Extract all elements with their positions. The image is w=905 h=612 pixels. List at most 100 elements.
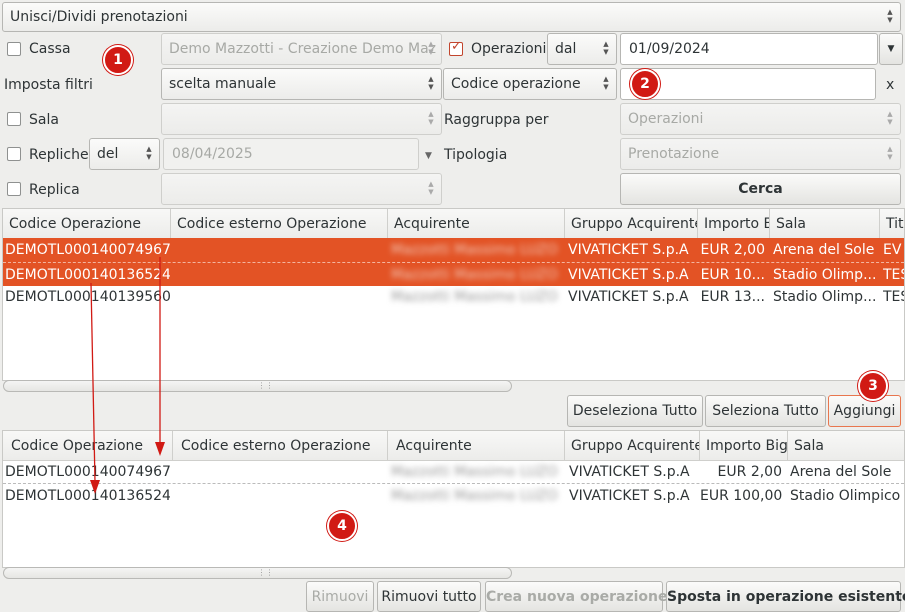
cell-code: DEMOTL000140139560 [5, 289, 170, 305]
column-header[interactable]: Codice esterno Operazione [173, 431, 388, 461]
column-header[interactable]: Codice Operazione [3, 431, 173, 461]
remove-all-button[interactable]: Rimuovi tutto [377, 581, 481, 612]
chevron-down-icon[interactable]: ▼ [425, 146, 432, 166]
tipologia-label: Tipologia [444, 147, 508, 163]
operazioni-date-field[interactable]: 01/09/2024 [620, 33, 878, 65]
cell-code: DEMOTL000140074967 [5, 464, 170, 480]
column-header[interactable]: Codice esterno Operazione [171, 209, 388, 239]
annotation-badge: 3 [858, 371, 888, 401]
replica-select[interactable]: ▲ ▼ [161, 173, 442, 205]
table-row[interactable]: DEMOTL000140074967 Mazzotti Massimo LUZO… [3, 238, 904, 262]
operazioni-checkbox[interactable] [449, 39, 463, 56]
cell-tit: TES [883, 289, 904, 305]
annotation-badge: 4 [327, 511, 357, 541]
imposta-select[interactable]: scelta manuale ▲ ▼ [161, 68, 442, 100]
cell-group: VIVATICKET S.p.A [568, 289, 689, 305]
cell-sala: Stadio Olimpico [790, 488, 901, 504]
cell-tit: TES [883, 267, 904, 283]
tipologia-select-value: Prenotazione [628, 146, 720, 162]
cell-amount: EUR 2,00 [717, 464, 782, 480]
repliche-checkbox[interactable] [7, 147, 21, 161]
sala-checkbox[interactable] [7, 112, 21, 126]
deselect-all-button[interactable]: Deseleziona Tutto [567, 395, 703, 427]
selected-operations-table[interactable]: Codice Operazione Codice esterno Operazi… [2, 430, 905, 568]
column-header[interactable]: Sala [788, 431, 904, 461]
repliche-mode-value: del [97, 146, 119, 162]
column-header[interactable]: Codice Operazione [3, 209, 171, 239]
column-header[interactable]: Gruppo Acquirente [565, 209, 698, 239]
cassa-checkbox[interactable] [7, 42, 21, 56]
table-row[interactable]: DEMOTL000140074967 Mazzotti Massimo LUZO… [3, 460, 904, 484]
cell-buyer: Mazzotti Massimo LUZO [391, 488, 558, 504]
cell-group: VIVATICKET S.p.A [568, 242, 689, 258]
raggruppa-label: Raggruppa per [444, 112, 549, 128]
updown-icon: ▲ ▼ [428, 110, 434, 126]
select-all-button[interactable]: Seleziona Tutto [705, 395, 826, 427]
top-table-scrollbar[interactable]: ⋮⋮ [3, 380, 512, 392]
cell-code: DEMOTL000140074967 [5, 242, 170, 258]
date-dropdown-button[interactable]: ▼ [879, 33, 903, 65]
updown-icon: ▲ ▼ [428, 40, 434, 56]
repliche-label: Repliche [29, 147, 89, 163]
grip-icon: ⋮⋮ [257, 381, 274, 390]
updown-icon: ▲ ▼ [603, 40, 609, 56]
column-header[interactable]: Acquirente [388, 431, 565, 461]
imposta-select-value: scelta manuale [169, 76, 277, 92]
column-header[interactable]: Importo B [698, 209, 770, 239]
raggruppa-select[interactable]: Operazioni ▲ ▼ [620, 103, 901, 135]
table-row[interactable]: DEMOTL000140136524 Mazzotti Massimo LUZO… [3, 262, 904, 286]
operations-table[interactable]: Codice Operazione Codice esterno Operazi… [2, 208, 905, 381]
column-header[interactable]: Importo Bigl [700, 431, 788, 461]
updown-icon: ▲ ▼ [146, 145, 152, 161]
grip-icon: ⋮⋮ [257, 568, 274, 577]
raggruppa-select-value: Operazioni [628, 111, 704, 127]
table-header: Codice Operazione Codice esterno Operazi… [3, 209, 904, 239]
cell-code: DEMOTL000140136524 [5, 488, 170, 504]
repliche-mode-select[interactable]: del ▲ ▼ [89, 138, 160, 170]
cell-sala: Arena del Sole [790, 464, 892, 480]
cassa-select-value: Demo Mazzotti - Creazione Demo Maz [169, 41, 436, 57]
cell-sala: Stadio Olimp... [773, 267, 877, 283]
cell-buyer: Mazzotti Massimo LUZO [391, 289, 558, 305]
move-to-existing-button[interactable]: Sposta in operazione esistente [666, 581, 905, 612]
cell-buyer: Mazzotti Massimo LUZO [391, 464, 558, 480]
cell-buyer: Mazzotti Massimo LUZO [391, 242, 558, 258]
cassa-label: Cassa [29, 41, 71, 57]
sala-select[interactable]: ▲ ▼ [161, 103, 442, 135]
cell-group: VIVATICKET S.p.A [569, 488, 690, 504]
codice-field-select[interactable]: Codice operazione ▲ ▼ [443, 68, 617, 100]
column-header[interactable]: Tit [880, 209, 904, 239]
column-header[interactable]: Acquirente [388, 209, 565, 239]
operazioni-label: Operazioni [471, 41, 547, 57]
remove-button[interactable]: Rimuovi [306, 581, 374, 612]
cell-group: VIVATICKET S.p.A [568, 267, 689, 283]
chevron-down-icon: ▼ [887, 44, 895, 54]
tipologia-select[interactable]: Prenotazione ▲ ▼ [620, 138, 901, 170]
replica-checkbox[interactable] [7, 182, 21, 196]
updown-icon: ▲ ▼ [887, 110, 893, 126]
cerca-button[interactable]: Cerca [620, 173, 901, 205]
updown-icon: ▲ ▼ [887, 145, 893, 161]
mode-select[interactable]: Unisci/Dividi prenotazioni ▲ ▼ [2, 2, 901, 32]
column-header[interactable]: Sala [770, 209, 880, 239]
create-operation-button[interactable]: Crea nuova operazione [485, 581, 668, 612]
cassa-select[interactable]: Demo Mazzotti - Creazione Demo Maz ▲ ▼ [161, 33, 442, 65]
repliche-date-field[interactable]: 08/04/2025 [163, 138, 419, 170]
annotation-badge: 1 [103, 45, 133, 75]
updown-icon: ▲ ▼ [428, 75, 434, 91]
column-header[interactable]: Gruppo Acquirente [565, 431, 700, 461]
cell-amount: EUR 13... [700, 289, 765, 305]
table-row[interactable]: DEMOTL000140139560 Mazzotti Massimo LUZO… [3, 285, 904, 309]
updown-icon: ▲ ▼ [603, 75, 609, 91]
operazioni-date-value: 01/09/2024 [629, 41, 710, 57]
mode-select-value: Unisci/Dividi prenotazioni [10, 9, 188, 25]
replica-label: Replica [29, 182, 80, 198]
table-row[interactable]: DEMOTL000140136524 Mazzotti Massimo LUZO… [3, 484, 904, 508]
bottom-table-scrollbar[interactable]: ⋮⋮ [3, 567, 512, 579]
operazioni-mode-select[interactable]: dal ▲ ▼ [547, 33, 617, 65]
cell-code: DEMOTL000140136524 [5, 267, 170, 283]
cell-group: VIVATICKET S.p.A [569, 464, 690, 480]
add-button[interactable]: Aggiungi [828, 395, 901, 427]
sala-label: Sala [29, 112, 59, 128]
clear-button[interactable]: x [886, 75, 894, 95]
